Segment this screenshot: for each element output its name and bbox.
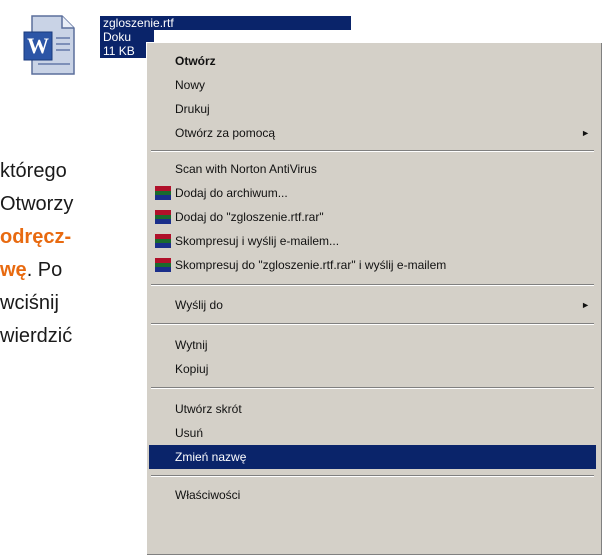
menu-item-new[interactable]: Nowy [149,73,596,97]
menu-item-open[interactable]: Otwórz [149,49,596,73]
menu-item-delete[interactable]: Usuń [149,421,596,445]
menu-separator [151,475,594,477]
menu-separator [151,150,594,152]
menu-item-open-with-label: Otwórz za pomocą [175,126,276,140]
menu-item-create-shortcut[interactable]: Utwórz skrót [149,397,596,421]
context-menu: Otwórz Nowy Drukuj Otwórz za pomocą ► Sc… [146,42,602,555]
menu-item-add-to-rar[interactable]: Dodaj do "zgloszenie.rtf.rar" [149,205,596,229]
bg-line-4-emph: wę [0,259,27,281]
submenu-arrow-icon: ► [581,300,590,310]
menu-item-compress-rar-email[interactable]: Skompresuj do "zgloszenie.rtf.rar" i wyś… [149,253,596,277]
winrar-icon [155,258,171,273]
menu-item-send-to[interactable]: Wyślij do ► [149,293,596,317]
menu-separator [151,387,594,389]
file-name: zgloszenie.rtf [100,16,351,30]
menu-item-properties[interactable]: Właściwości [149,483,596,507]
winrar-icon [155,186,171,201]
menu-item-copy[interactable]: Kopiuj [149,357,596,381]
menu-item-send-to-label: Wyślij do [175,298,223,312]
menu-item-compress-rar-email-label: Skompresuj do "zgloszenie.rtf.rar" i wyś… [175,258,447,272]
menu-item-compress-email-label: Skompresuj i wyślij e-mailem... [175,234,340,248]
menu-item-scan[interactable]: Scan with Norton AntiVirus [149,157,596,181]
word-document-icon[interactable]: W [22,14,76,76]
menu-item-print[interactable]: Drukuj [149,97,596,121]
submenu-arrow-icon: ► [581,128,590,138]
winrar-icon [155,210,171,225]
file-size: 11 KB [100,44,152,58]
menu-item-add-to-rar-label: Dodaj do "zgloszenie.rtf.rar" [175,210,324,224]
menu-item-compress-email[interactable]: Skompresuj i wyślij e-mailem... [149,229,596,253]
winrar-icon [155,234,171,249]
menu-item-cut[interactable]: Wytnij [149,333,596,357]
bg-line-4-rest: . Po [26,259,63,281]
menu-separator [151,323,594,325]
menu-item-add-archive-label: Dodaj do archiwum... [175,186,288,200]
menu-separator [151,284,594,286]
svg-text:W: W [27,33,49,58]
menu-item-open-with[interactable]: Otwórz za pomocą ► [149,121,596,145]
menu-item-rename[interactable]: Zmień nazwę [149,445,596,469]
menu-item-add-archive[interactable]: Dodaj do archiwum... [149,181,596,205]
